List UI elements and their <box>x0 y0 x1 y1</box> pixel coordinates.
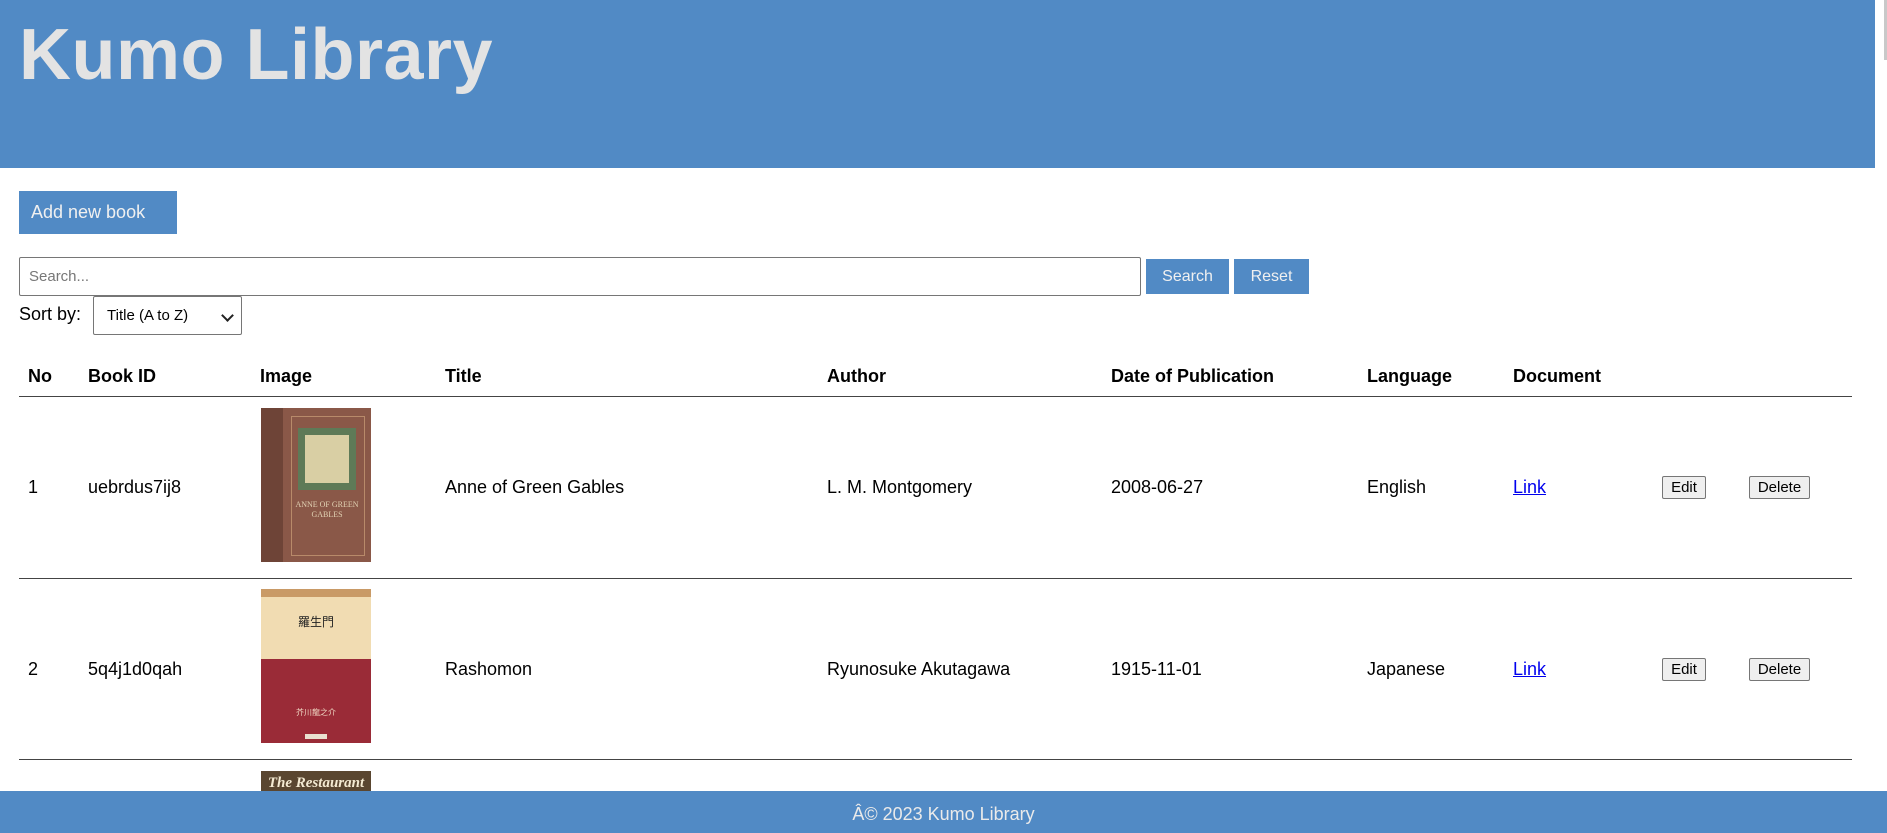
row-date: 2008-06-27 <box>1111 477 1204 497</box>
row-divider <box>19 578 1852 579</box>
sort-select[interactable]: Title (A to Z) <box>93 296 242 335</box>
column-header-no: No <box>28 366 52 386</box>
column-header-title: Title <box>445 366 482 386</box>
column-header-date: Date of Publication <box>1111 366 1275 386</box>
edit-button[interactable]: Edit <box>1662 658 1706 681</box>
book-cover-image: The Restaurant <box>261 771 371 791</box>
column-header-language: Language <box>1367 366 1453 386</box>
row-author: Ryunosuke Akutagawa <box>827 659 1011 679</box>
row-title: Anne of Green Gables <box>445 477 625 497</box>
add-new-book-button[interactable]: Add new book <box>19 191 177 234</box>
delete-button[interactable]: Delete <box>1749 658 1810 681</box>
table-header-divider <box>19 396 1852 397</box>
edit-button[interactable]: Edit <box>1662 476 1706 499</box>
search-button[interactable]: Search <box>1146 259 1229 294</box>
row-title: Rashomon <box>445 659 533 679</box>
book-cover-image: 羅生門 芥川龍之介 <box>261 589 371 743</box>
column-header-book-id: Book ID <box>88 366 157 386</box>
column-header-document: Document <box>1513 366 1602 386</box>
row-date: 1915-11-01 <box>1111 659 1202 679</box>
page-title: Kumo Library <box>19 15 494 95</box>
row-number: 2 <box>28 659 39 679</box>
page-header: Kumo Library <box>0 0 1875 168</box>
cover-author-text: 芥川龍之介 <box>296 708 336 717</box>
copyright-text: Â© 2023 Kumo Library <box>852 804 1035 824</box>
chevron-down-icon <box>221 309 234 322</box>
reset-button[interactable]: Reset <box>1234 259 1309 294</box>
row-book-id: 5q4j1d0qah <box>88 659 183 679</box>
row-divider <box>19 759 1852 760</box>
row-book-id: uebrdus7ij8 <box>88 477 182 497</box>
column-header-author: Author <box>827 366 886 386</box>
document-link[interactable]: Link <box>1513 477 1546 497</box>
row-author: L. M. Montgomery <box>827 477 973 497</box>
cover-text: 羅生門 <box>297 615 334 629</box>
cover-text: The Restaurant <box>267 775 365 791</box>
row-number: 1 <box>28 477 39 497</box>
document-link[interactable]: Link <box>1513 659 1546 679</box>
search-input[interactable] <box>19 257 1141 296</box>
column-header-image: Image <box>260 366 313 386</box>
row-language: English <box>1367 477 1427 497</box>
sort-label: Sort by: <box>19 304 82 324</box>
book-cover-image: ANNE OF GREEN GABLES <box>261 408 371 562</box>
delete-button[interactable]: Delete <box>1749 476 1810 499</box>
sort-selected-value: Title (A to Z) <box>107 307 189 324</box>
vertical-scrollbar[interactable] <box>1875 0 1887 833</box>
cover-text: ANNE OF GREEN GABLES <box>295 500 359 519</box>
page-footer: Â© 2023 Kumo Library <box>0 791 1887 833</box>
row-language: Japanese <box>1367 659 1446 679</box>
